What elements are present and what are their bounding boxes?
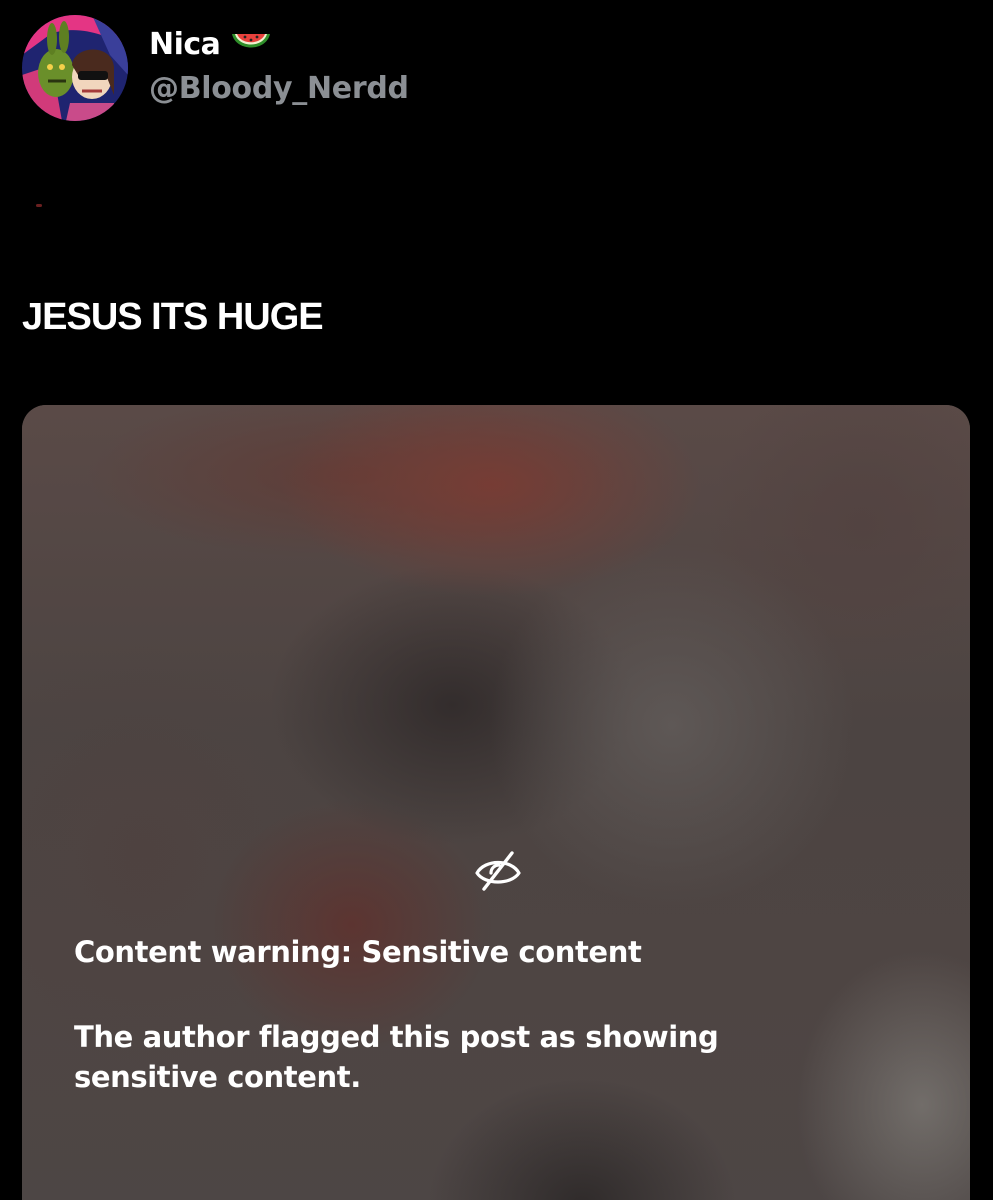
sensitive-media-card[interactable]: Content warning: Sensitive content The a… [22, 405, 970, 1200]
content-warning-description: The author flagged this post as showing … [74, 1020, 719, 1094]
watermelon-icon [230, 30, 272, 60]
content-warning-title: Content warning: Sensitive content [74, 935, 642, 969]
eye-slash-icon [473, 849, 523, 893]
display-name[interactable]: Nica [149, 27, 221, 62]
display-name-row[interactable]: Nica [149, 25, 409, 65]
avatar[interactable] [22, 15, 128, 121]
post-text: JESUS ITS HUGE [22, 296, 324, 338]
author-names: Nica @Bloody_Nerdd [149, 25, 409, 106]
post-header: Nica @Bloody_Nerdd [22, 14, 409, 122]
author-handle[interactable]: @Bloody_Nerdd [149, 71, 409, 106]
avatar-image [22, 15, 128, 121]
divider-mark [36, 204, 42, 207]
